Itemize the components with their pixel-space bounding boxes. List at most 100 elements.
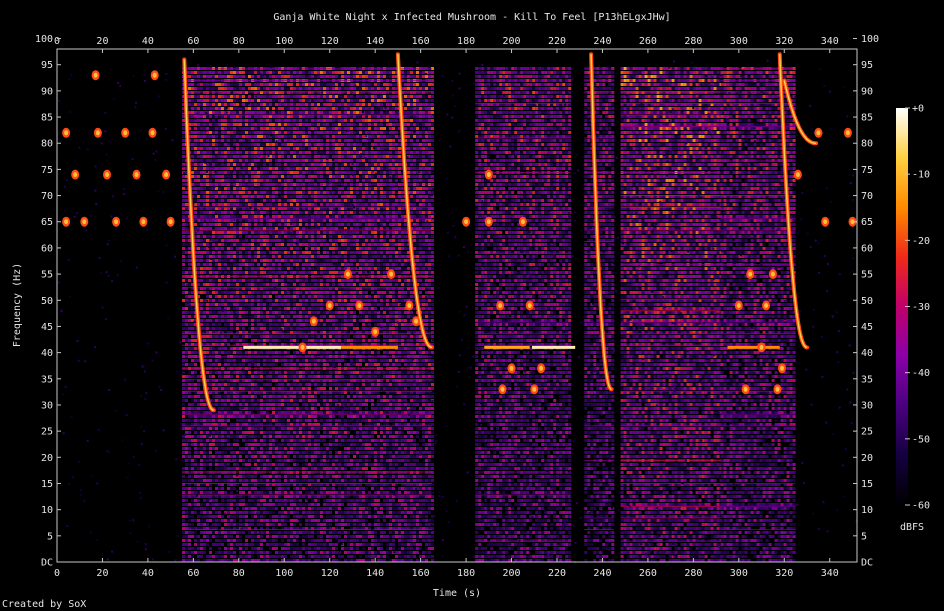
y-tick-label: 25: [41, 427, 53, 438]
x-tick-label-top: 100: [275, 36, 293, 47]
x-axis-label: Time (s): [433, 588, 481, 599]
x-tick-label: 180: [457, 568, 475, 579]
y-tick-label: 20: [41, 453, 53, 464]
tone-pulse-core: [510, 366, 514, 371]
x-tick-label: 160: [412, 568, 430, 579]
tone-pulse-core: [407, 303, 411, 308]
tone-pulse-core: [776, 387, 780, 392]
tone-pulse-core: [764, 303, 768, 308]
y-tick-label: 5: [47, 531, 53, 542]
tone-pulse-core: [96, 130, 100, 135]
tone-pulse-core: [501, 387, 505, 392]
tone-pulse-core: [539, 366, 543, 371]
y-tick-label-right: DC: [861, 558, 873, 569]
y-tick-label-right: 35: [861, 374, 873, 385]
x-tick-label: 20: [96, 568, 108, 579]
x-tick-label-top: 160: [412, 36, 430, 47]
footer-credit: Created by SoX: [2, 599, 86, 610]
x-tick-label-top: 180: [457, 36, 475, 47]
x-tick-label-top: 140: [366, 36, 384, 47]
tone-pulse-core: [64, 219, 68, 224]
tone-pulse-core: [64, 130, 68, 135]
x-tick-label: 0: [54, 568, 60, 579]
tone-pulse-core: [389, 272, 393, 277]
y-tick-label-right: 5: [861, 531, 867, 542]
y-tick-label: 35: [41, 374, 53, 385]
tone-pulse-core: [823, 219, 827, 224]
tone-pulse-core: [114, 219, 118, 224]
y-tick-label-right: 85: [861, 113, 873, 124]
y-tick-label-right: 65: [861, 217, 873, 228]
tone-pulse-core: [153, 73, 157, 78]
x-tick-label: 260: [639, 568, 657, 579]
x-tick-label-top: 340: [821, 36, 839, 47]
y-tick-label: 85: [41, 113, 53, 124]
y-tick-label-right: 70: [861, 191, 873, 202]
tone-pulse-core: [521, 219, 525, 224]
y-tick-label: DC: [41, 558, 53, 569]
x-tick-label: 80: [233, 568, 245, 579]
tone-pulse-core: [346, 272, 350, 277]
y-tick-label: 10: [41, 505, 53, 516]
tone-pulse-core: [737, 303, 741, 308]
x-tick-label: 240: [593, 568, 611, 579]
y-tick-label: 55: [41, 270, 53, 281]
tone-pulse-core: [141, 219, 145, 224]
tone-pulse-core: [846, 130, 850, 135]
tone-pulse-core: [94, 73, 98, 78]
y-tick-label-right: 30: [861, 400, 873, 411]
y-tick-label: 95: [41, 60, 53, 71]
x-tick-label: 320: [775, 568, 793, 579]
tone-pulse-core: [748, 272, 752, 277]
y-tick-label: 70: [41, 191, 53, 202]
tone-pulse-core: [82, 219, 86, 224]
colorbar-tick-label: +0: [912, 104, 924, 115]
tone-pulse-core: [487, 219, 491, 224]
tone-pulse-core: [357, 303, 361, 308]
y-tick-label-right: 60: [861, 243, 873, 254]
x-tick-label-top: 20: [96, 36, 108, 47]
x-tick-label: 120: [321, 568, 339, 579]
tone-pulse-core: [164, 172, 168, 177]
x-tick-label: 140: [366, 568, 384, 579]
tone-pulse-core: [105, 172, 109, 177]
y-axis-label: Frequency (Hz): [12, 263, 23, 347]
x-tick-label: 300: [730, 568, 748, 579]
y-tick-label-right: 15: [861, 479, 873, 490]
y-tick-label-right: 90: [861, 86, 873, 97]
tone-pulse-core: [780, 366, 784, 371]
tone-pulse-core: [760, 345, 764, 350]
y-tick-label-right: 55: [861, 270, 873, 281]
x-tick-label: 340: [821, 568, 839, 579]
y-tick-label-right: 100: [861, 34, 879, 45]
x-tick-label-top: 280: [684, 36, 702, 47]
x-tick-label-top: 120: [321, 36, 339, 47]
tone-pulse-core: [169, 219, 173, 224]
x-tick-label: 60: [187, 568, 199, 579]
x-tick-label-top: 40: [142, 36, 154, 47]
tone-pulse-core: [528, 303, 532, 308]
y-tick-label: 15: [41, 479, 53, 490]
tone-pulse-core: [532, 387, 536, 392]
tone-pulse-core: [135, 172, 139, 177]
x-tick-label-top: 260: [639, 36, 657, 47]
x-tick-label: 220: [548, 568, 566, 579]
tone-pulse-core: [796, 172, 800, 177]
colorbar-tick-label: -40: [912, 368, 930, 379]
tone-pulse-core: [328, 303, 332, 308]
y-tick-label-right: 75: [861, 165, 873, 176]
x-tick-label-top: 240: [593, 36, 611, 47]
x-tick-label: 200: [503, 568, 521, 579]
spectrogram-chart: Ganja White Night x Infected Mushroom - …: [0, 0, 944, 611]
y-tick-label: 50: [41, 296, 53, 307]
y-tick-label: 30: [41, 400, 53, 411]
colorbar-tick-label: -30: [912, 302, 930, 313]
x-tick-label-top: 0: [54, 36, 60, 47]
y-tick-label: 65: [41, 217, 53, 228]
y-tick-label: 80: [41, 139, 53, 150]
x-tick-label: 100: [275, 568, 293, 579]
colorbar-tick-label: -20: [912, 236, 930, 247]
x-tick-label-top: 320: [775, 36, 793, 47]
y-tick-label-right: 45: [861, 322, 873, 333]
tone-pulse-core: [373, 329, 377, 334]
